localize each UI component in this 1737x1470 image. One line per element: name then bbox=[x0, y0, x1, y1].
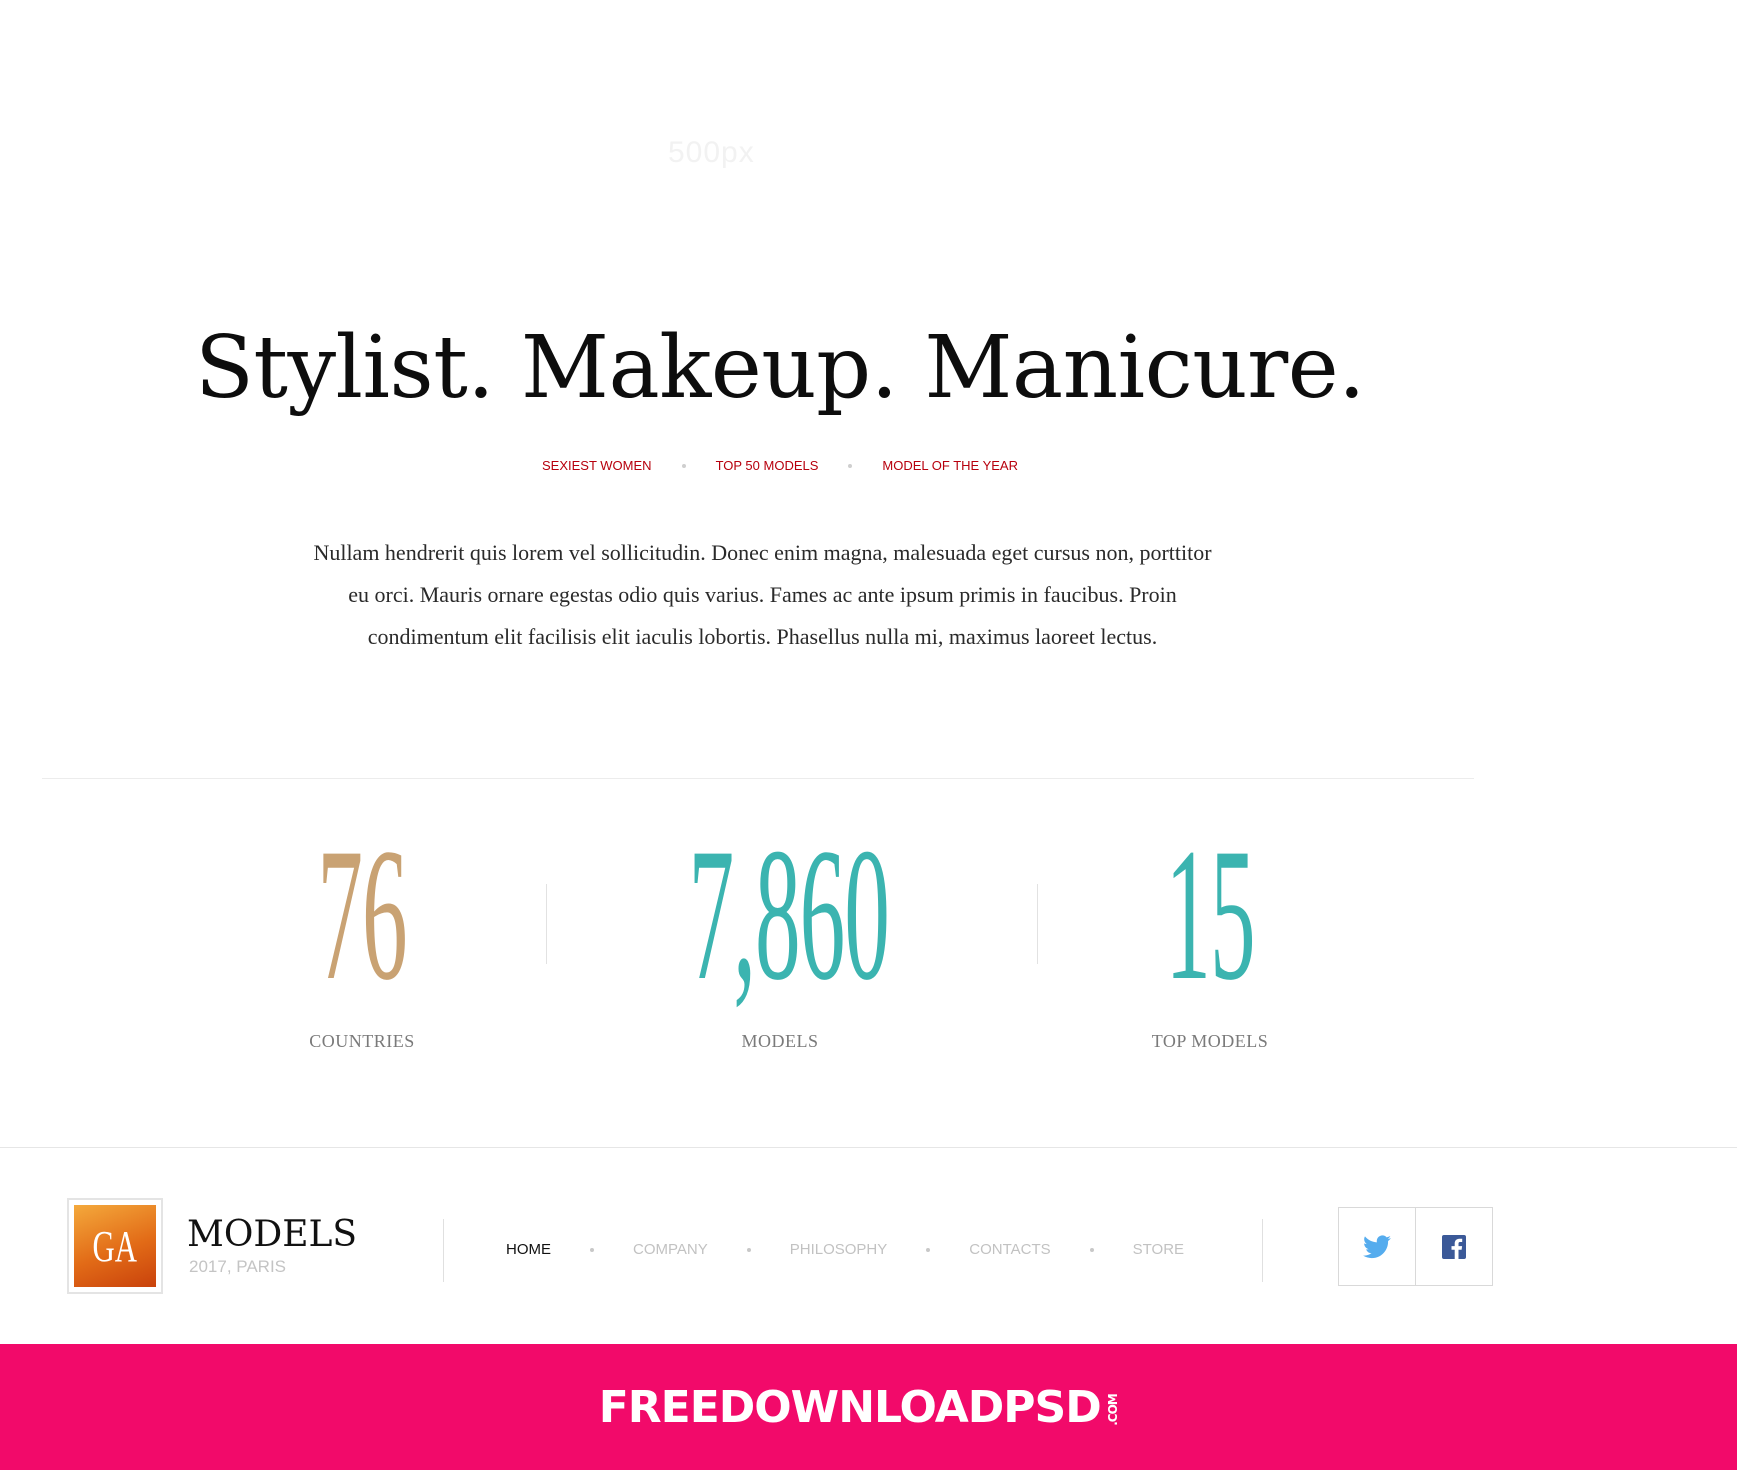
nav-separator-dot bbox=[1089, 1247, 1094, 1252]
stat-top-models: 15 TOP MODELS bbox=[1110, 820, 1310, 1052]
twitter-icon bbox=[1363, 1234, 1391, 1258]
tag-sexiest-women[interactable]: SEXIEST WOMEN bbox=[542, 458, 652, 473]
stat-number-models: 7,860 bbox=[688, 810, 890, 1020]
stat-countries: 76 COUNTRIES bbox=[262, 820, 462, 1052]
stat-models: 7,860 MODELS bbox=[580, 820, 980, 1052]
tag-top-50-models[interactable]: TOP 50 MODELS bbox=[716, 458, 819, 473]
tag-separator-dot bbox=[681, 463, 686, 468]
stat-label-top-models: TOP MODELS bbox=[1151, 1031, 1269, 1051]
brand-subtitle: 2017, PARIS bbox=[189, 1257, 287, 1276]
tag-separator-dot bbox=[848, 463, 853, 468]
stat-separator bbox=[1037, 884, 1038, 964]
nav-separator-dot bbox=[590, 1247, 594, 1252]
brand-name: MODELS bbox=[187, 1214, 358, 1255]
nav-item-store[interactable]: STORE bbox=[1133, 1241, 1184, 1258]
stat-separator bbox=[546, 884, 547, 964]
tag-model-of-the-year[interactable]: MODEL OF THE YEAR bbox=[882, 458, 1018, 473]
section-divider bbox=[42, 778, 1474, 779]
footer-divider bbox=[0, 1147, 1737, 1148]
footer-separator bbox=[443, 1219, 444, 1282]
faint-logo-watermark: 500px bbox=[668, 136, 755, 169]
nav-item-home[interactable]: HOME bbox=[506, 1241, 551, 1258]
tag-list: SEXIEST WOMEN TOP 50 MODELS MODEL OF THE… bbox=[0, 458, 1560, 473]
twitter-button[interactable] bbox=[1339, 1208, 1415, 1285]
stat-label-models: MODELS bbox=[741, 1031, 819, 1051]
facebook-button[interactable] bbox=[1415, 1208, 1492, 1285]
hero-title: Stylist. Makeup. Manicure. bbox=[194, 318, 1366, 418]
facebook-icon bbox=[1442, 1234, 1466, 1259]
nav-item-contacts[interactable]: CONTACTS bbox=[969, 1241, 1050, 1258]
nav-separator-dot bbox=[746, 1247, 751, 1252]
footer-separator bbox=[1262, 1219, 1263, 1282]
intro-paragraph: Nullam hendrerit quis lorem vel sollicit… bbox=[313, 540, 1212, 649]
stat-number-top-models: 15 bbox=[1165, 810, 1255, 1020]
stat-label-countries: COUNTRIES bbox=[309, 1031, 415, 1051]
footer-nav: HOME COMPANY PHILOSOPHY CONTACTS STORE bbox=[506, 1241, 1184, 1258]
nav-item-philosophy[interactable]: PHILOSOPHY bbox=[790, 1241, 888, 1258]
stat-number-countries: 76 bbox=[317, 810, 407, 1020]
banner-logo-text: FREEDOWNLOADPSD .COM bbox=[598, 1381, 1120, 1433]
promo-banner[interactable]: FREEDOWNLOADPSD .COM bbox=[0, 1344, 1737, 1470]
social-links bbox=[1338, 1207, 1493, 1286]
brand-logo[interactable]: GA bbox=[67, 1198, 163, 1294]
nav-separator-dot bbox=[926, 1247, 931, 1252]
nav-item-company[interactable]: COMPANY bbox=[633, 1241, 708, 1258]
brand-logo-mark: GA bbox=[74, 1205, 156, 1287]
